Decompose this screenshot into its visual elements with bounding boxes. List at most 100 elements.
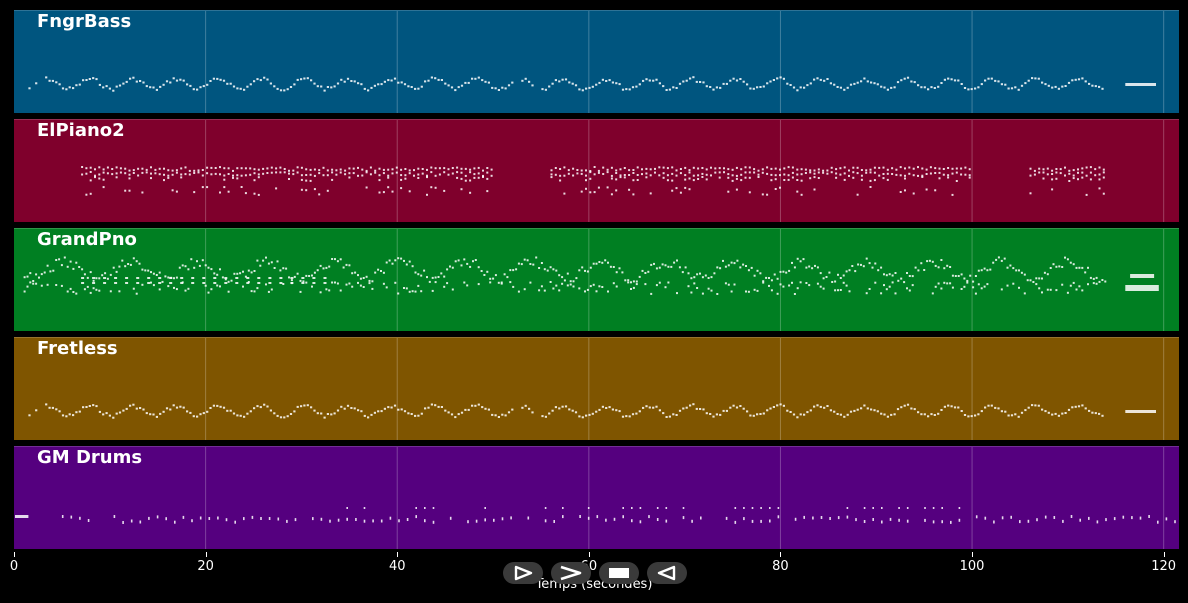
note-mark — [404, 168, 407, 170]
note-mark — [260, 517, 262, 520]
note-mark — [1036, 518, 1038, 522]
note-mark — [846, 86, 849, 89]
note-mark — [891, 274, 894, 277]
note-mark — [834, 280, 837, 283]
tick-line — [14, 552, 15, 557]
note-mark — [572, 280, 575, 283]
note-mark — [543, 268, 546, 271]
note-mark — [55, 284, 58, 286]
note-mark — [95, 277, 98, 280]
stop-button[interactable] — [599, 562, 639, 584]
note-mark — [1091, 411, 1094, 414]
note-mark — [874, 262, 877, 265]
note-mark — [803, 86, 806, 89]
note-mark — [118, 265, 121, 268]
note-mark — [1094, 168, 1097, 171]
note-mark — [424, 80, 427, 83]
note-mark — [597, 169, 600, 172]
note-mark — [354, 271, 357, 274]
note-mark — [803, 515, 805, 519]
note-mark — [912, 167, 915, 170]
forward-button[interactable] — [551, 562, 591, 584]
note-mark — [305, 281, 308, 284]
note-mark — [473, 173, 476, 176]
note-mark — [244, 167, 247, 170]
note-mark — [1084, 80, 1087, 83]
note-mark — [619, 174, 622, 177]
note-mark — [1029, 192, 1032, 195]
note-mark — [1017, 415, 1020, 418]
note-mark — [770, 289, 773, 292]
note-mark — [1051, 86, 1054, 89]
note-mark — [489, 281, 492, 284]
note-mark — [267, 262, 270, 265]
note-mark — [873, 409, 876, 412]
note-mark — [164, 275, 167, 278]
note-mark — [558, 289, 561, 292]
note-mark — [351, 285, 354, 288]
note-mark — [548, 412, 551, 415]
note-mark — [702, 408, 705, 411]
note-mark — [1044, 410, 1047, 413]
note-mark — [477, 403, 480, 406]
note-mark — [443, 275, 446, 278]
note-mark — [469, 179, 472, 182]
note-mark — [158, 271, 161, 274]
note-mark — [739, 78, 742, 80]
note-mark — [653, 262, 655, 265]
note-mark — [564, 405, 568, 408]
note-mark — [917, 174, 919, 177]
note-mark — [1046, 173, 1049, 176]
note-mark — [408, 290, 411, 293]
note-mark — [923, 86, 926, 89]
note-mark — [437, 276, 440, 278]
forward-icon — [560, 565, 582, 581]
note-mark — [469, 171, 472, 174]
play-button[interactable] — [503, 562, 543, 584]
note-mark — [1049, 288, 1052, 291]
note-mark — [394, 281, 397, 284]
note-mark — [776, 292, 779, 295]
note-mark — [574, 411, 578, 414]
note-mark — [1027, 519, 1030, 523]
note-mark — [667, 265, 670, 268]
note-mark — [746, 410, 749, 413]
note-mark — [369, 173, 372, 176]
note-mark — [114, 277, 118, 279]
note-mark — [313, 271, 316, 274]
note-mark — [296, 405, 299, 408]
note-mark — [552, 287, 555, 290]
note-mark — [371, 287, 374, 290]
note-mark — [752, 87, 755, 90]
note-mark — [293, 275, 296, 278]
note-mark — [430, 171, 433, 174]
note-mark — [743, 507, 745, 509]
note-mark — [464, 81, 467, 84]
note-mark — [352, 172, 355, 175]
rewind-button[interactable] — [647, 562, 687, 584]
note-mark — [1007, 414, 1010, 417]
note-mark — [576, 169, 579, 171]
note-mark — [493, 518, 495, 522]
note-mark — [130, 519, 133, 523]
note-mark — [581, 266, 584, 269]
note-mark — [932, 520, 935, 524]
note-mark — [1084, 407, 1087, 410]
note-mark — [1059, 172, 1062, 175]
note-mark — [830, 171, 833, 174]
note-mark — [678, 409, 682, 412]
note-mark — [904, 177, 906, 180]
note-mark — [1075, 266, 1078, 269]
note-mark — [331, 281, 334, 284]
note-mark — [699, 81, 702, 83]
note-mark — [313, 409, 316, 412]
note-mark — [1081, 171, 1084, 174]
note-mark — [736, 259, 739, 262]
note-mark — [564, 78, 568, 81]
note-mark — [917, 411, 920, 414]
note-mark — [860, 263, 862, 266]
note-mark — [417, 273, 420, 276]
note-mark — [308, 275, 311, 277]
note-mark — [551, 82, 554, 85]
note-mark — [894, 292, 897, 295]
